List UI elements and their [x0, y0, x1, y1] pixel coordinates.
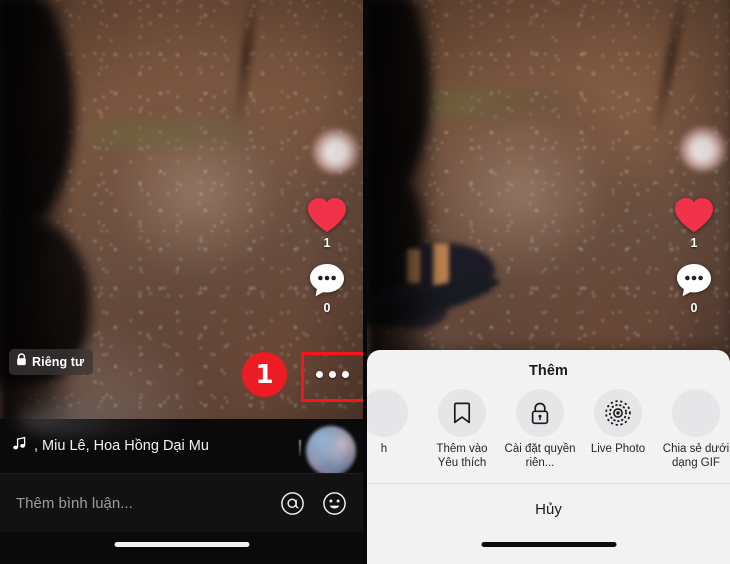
sheet-option-label: Thêm vào Yêu thích — [436, 443, 488, 469]
more-dot-1 — [315, 370, 323, 378]
partial-icon — [367, 389, 408, 437]
left-phone-screen: 1 0 Riêng tư , Miu Lê, Hoa Hồng Dại Mu T… — [0, 0, 363, 564]
live-photo-icon — [594, 389, 642, 437]
comment-action-left[interactable]: 0 — [307, 261, 347, 315]
music-title: , Miu Lê, Hoa Hồng Dại Mu — [34, 438, 209, 454]
sheet-option-add-to-favorites[interactable]: Thêm vào Yêu thích — [423, 389, 501, 470]
sheet-option-privacy-settings[interactable]: Cài đặt quyền riên... — [501, 389, 579, 470]
comment-bar-icons — [280, 491, 347, 516]
like-action-left[interactable]: 1 — [306, 196, 348, 250]
dual-phone-screenshot: 1 0 Riêng tư , Miu Lê, Hoa Hồng Dại Mu T… — [0, 0, 730, 564]
album-art-thumbnail[interactable] — [306, 426, 356, 476]
more-dot-2 — [328, 370, 336, 378]
sheet-cancel-button[interactable]: Hủy — [367, 484, 730, 564]
sheet-dim-backdrop[interactable] — [367, 0, 730, 350]
like-count-left: 1 — [323, 236, 331, 250]
more-dot-3 — [341, 370, 349, 378]
music-waveform-bar — [299, 440, 301, 456]
emoji-smiley-icon[interactable] — [322, 491, 347, 516]
step-badge-1: 1 — [242, 352, 287, 397]
privacy-badge[interactable]: Riêng tư — [9, 349, 94, 375]
comment-input-placeholder[interactable]: Thêm bình luận... — [16, 495, 280, 512]
lock-icon — [516, 389, 564, 437]
gif-icon — [672, 389, 720, 437]
sheet-option-label: Live Photo — [590, 443, 646, 455]
more-options-button[interactable] — [303, 354, 361, 394]
more-action-sheet: Thêm h Thêm vào Yêu thích Cài đặt quyền … — [367, 350, 730, 564]
lock-icon — [16, 353, 27, 371]
comment-count-left: 0 — [323, 300, 331, 315]
sheet-option-label: h — [380, 443, 388, 455]
sheet-option-partial[interactable]: h — [367, 389, 423, 457]
home-indicator-left — [114, 542, 249, 547]
sheet-title: Thêm — [528, 363, 569, 379]
at-mention-icon[interactable] — [280, 491, 305, 516]
privacy-badge-label: Riêng tư — [32, 355, 85, 369]
action-rail-left: 1 0 — [296, 196, 358, 314]
comment-bubble-icon — [307, 261, 347, 299]
bookmark-icon — [438, 389, 486, 437]
music-note-icon — [12, 436, 27, 456]
sheet-option-label: Chia sẻ dưới dạng GIF — [662, 443, 730, 469]
sheet-option-share-as-gif[interactable]: Chia sẻ dưới dạng GIF — [657, 389, 730, 470]
sheet-option-label: Cài đặt quyền riên... — [504, 443, 576, 469]
right-phone-screen: 1 0 Thêm h Thêm vào Yêu thích Cài đặt qu… — [367, 0, 730, 564]
comment-input-bar[interactable]: Thêm bình luận... — [0, 473, 363, 532]
sheet-option-live-photo[interactable]: Live Photo — [579, 389, 657, 457]
home-indicator-right — [481, 542, 616, 547]
heart-icon — [306, 196, 348, 234]
sheet-options-row: h Thêm vào Yêu thích Cài đặt quyền riên.… — [367, 387, 730, 481]
